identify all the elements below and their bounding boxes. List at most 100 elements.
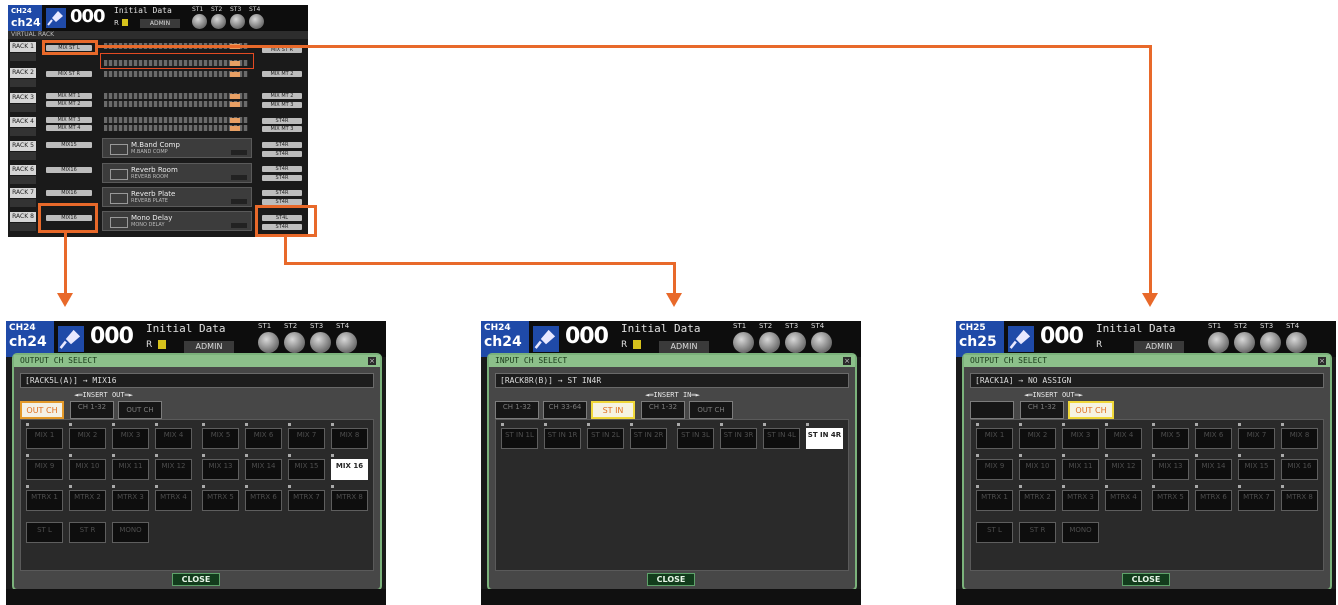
- output-patch-button[interactable]: ST4R: [262, 175, 302, 181]
- channel-button[interactable]: MTRX 4: [1105, 490, 1142, 511]
- channel-button[interactable]: MIX 9: [26, 459, 63, 480]
- channel-button[interactable]: MTRX 2: [1019, 490, 1056, 511]
- category-tab[interactable]: OUT CH: [1068, 401, 1114, 419]
- category-tab[interactable]: CH 1-32: [1020, 401, 1064, 419]
- user-badge[interactable]: ADMIN: [1134, 341, 1184, 353]
- tab-virtual-rack[interactable]: VIRTUAL RACK: [8, 31, 308, 39]
- channel-button[interactable]: MIX 7: [288, 428, 325, 449]
- channel-button-selected[interactable]: MIX 16: [331, 459, 368, 480]
- channel-button[interactable]: MTRX 3: [1062, 490, 1099, 511]
- knob-icon[interactable]: [258, 332, 279, 353]
- channel-button[interactable]: ST IN 2L: [587, 428, 624, 449]
- category-tab[interactable]: OUT CH: [118, 401, 162, 419]
- channel-button[interactable]: MIX 10: [1019, 459, 1056, 480]
- category-tab[interactable]: ST IN: [591, 401, 635, 419]
- channel-button[interactable]: ST IN 3L: [677, 428, 714, 449]
- rack-label[interactable]: RACK 8: [10, 212, 36, 222]
- channel-button[interactable]: MTRX 7: [288, 490, 325, 511]
- channel-button[interactable]: MIX 16: [1281, 459, 1318, 480]
- user-badge[interactable]: ADMIN: [184, 341, 234, 353]
- channel-button[interactable]: MTRX 5: [1152, 490, 1189, 511]
- knob-icon[interactable]: [336, 332, 357, 353]
- channel-button[interactable]: MIX 6: [1195, 428, 1232, 449]
- category-tab[interactable]: CH 1-32: [641, 401, 685, 419]
- output-patch-button[interactable]: MIX MT 2: [262, 71, 302, 77]
- channel-button[interactable]: MIX 11: [112, 459, 149, 480]
- meter-knob[interactable]: [230, 118, 240, 123]
- output-patch-button[interactable]: MIX MT 3: [262, 126, 302, 132]
- channel-button[interactable]: ST IN 1L: [501, 428, 538, 449]
- rack-label[interactable]: RACK 3: [10, 93, 36, 103]
- scene-number[interactable]: 000: [565, 324, 609, 350]
- rack-label[interactable]: RACK 1: [10, 42, 36, 52]
- channel-button[interactable]: MIX 13: [1152, 459, 1189, 480]
- effect-slot[interactable]: Reverb Room REVERB ROOM: [102, 163, 252, 183]
- close-button[interactable]: CLOSE: [647, 573, 695, 586]
- effect-slot[interactable]: Reverb Plate REVERB PLATE: [102, 187, 252, 207]
- knob-icon[interactable]: [733, 332, 754, 353]
- channel-button[interactable]: MTRX 6: [245, 490, 282, 511]
- channel-button[interactable]: MTRX 1: [26, 490, 63, 511]
- channel-button[interactable]: MTRX 6: [1195, 490, 1232, 511]
- channel-button[interactable]: MTRX 4: [155, 490, 192, 511]
- rack-label[interactable]: RACK 6: [10, 165, 36, 175]
- knob-icon[interactable]: [785, 332, 806, 353]
- output-patch-button[interactable]: ST4R: [262, 118, 302, 124]
- channel-button[interactable]: ST IN 3R: [720, 428, 757, 449]
- channel-box[interactable]: CH24 ch24: [481, 321, 529, 357]
- output-patch-button[interactable]: ST4R: [262, 166, 302, 172]
- channel-button[interactable]: ST L: [26, 522, 63, 543]
- input-patch-button[interactable]: MIX MT 2: [46, 101, 92, 107]
- channel-button[interactable]: MIX 9: [976, 459, 1013, 480]
- input-patch-button[interactable]: MIX16: [46, 190, 92, 196]
- knob-icon[interactable]: [310, 332, 331, 353]
- category-tab[interactable]: CH 1-32: [495, 401, 539, 419]
- channel-button[interactable]: MIX 13: [202, 459, 239, 480]
- channel-button[interactable]: MIX 5: [1152, 428, 1189, 449]
- category-tab[interactable]: OUT CH: [689, 401, 733, 419]
- channel-button[interactable]: MTRX 8: [331, 490, 368, 511]
- channel-button[interactable]: ST IN 2R: [630, 428, 667, 449]
- channel-button[interactable]: MTRX 8: [1281, 490, 1318, 511]
- knob-icon[interactable]: [1260, 332, 1281, 353]
- channel-button[interactable]: MTRX 1: [976, 490, 1013, 511]
- meter-knob[interactable]: [230, 126, 240, 131]
- channel-button[interactable]: MIX 14: [1195, 459, 1232, 480]
- knob-icon[interactable]: [192, 14, 207, 29]
- channel-button[interactable]: MTRX 2: [69, 490, 106, 511]
- close-icon[interactable]: ×: [843, 357, 851, 365]
- input-patch-button[interactable]: MIX15: [46, 142, 92, 148]
- channel-button[interactable]: MIX 11: [1062, 459, 1099, 480]
- scene-number[interactable]: 000: [70, 7, 106, 27]
- channel-button[interactable]: MIX 1: [976, 428, 1013, 449]
- input-patch-button[interactable]: MIX MT 4: [46, 125, 92, 131]
- channel-button[interactable]: MONO: [1062, 522, 1099, 543]
- channel-button-selected[interactable]: ST IN 4R: [806, 428, 843, 449]
- output-patch-button[interactable]: ST4R: [262, 142, 302, 148]
- channel-button[interactable]: MTRX 5: [202, 490, 239, 511]
- rack-label[interactable]: RACK 4: [10, 117, 36, 127]
- channel-button[interactable]: MIX 8: [1281, 428, 1318, 449]
- knob-icon[interactable]: [759, 332, 780, 353]
- rack-label[interactable]: RACK 2: [10, 68, 36, 78]
- knob-icon[interactable]: [284, 332, 305, 353]
- input-patch-button[interactable]: MIX16: [46, 167, 92, 173]
- channel-button[interactable]: ST IN 1R: [544, 428, 581, 449]
- channel-button[interactable]: MIX 6: [245, 428, 282, 449]
- scene-number[interactable]: 000: [90, 324, 134, 350]
- channel-button[interactable]: ST L: [976, 522, 1013, 543]
- meter-knob[interactable]: [230, 102, 240, 107]
- output-patch-button[interactable]: MIX MT 2: [262, 93, 302, 99]
- input-patch-button[interactable]: MIX ST R: [46, 71, 92, 77]
- channel-button[interactable]: ST IN 4L: [763, 428, 800, 449]
- rack-label[interactable]: RACK 7: [10, 188, 36, 198]
- channel-button[interactable]: MIX 1: [26, 428, 63, 449]
- channel-button[interactable]: MIX 10: [69, 459, 106, 480]
- channel-button[interactable]: MIX 4: [1105, 428, 1142, 449]
- knob-icon[interactable]: [1208, 332, 1229, 353]
- channel-button[interactable]: MIX 3: [1062, 428, 1099, 449]
- channel-button[interactable]: MIX 14: [245, 459, 282, 480]
- close-icon[interactable]: ×: [368, 357, 376, 365]
- effect-slot[interactable]: M.Band Comp M.BAND COMP: [102, 138, 252, 158]
- channel-button[interactable]: MTRX 3: [112, 490, 149, 511]
